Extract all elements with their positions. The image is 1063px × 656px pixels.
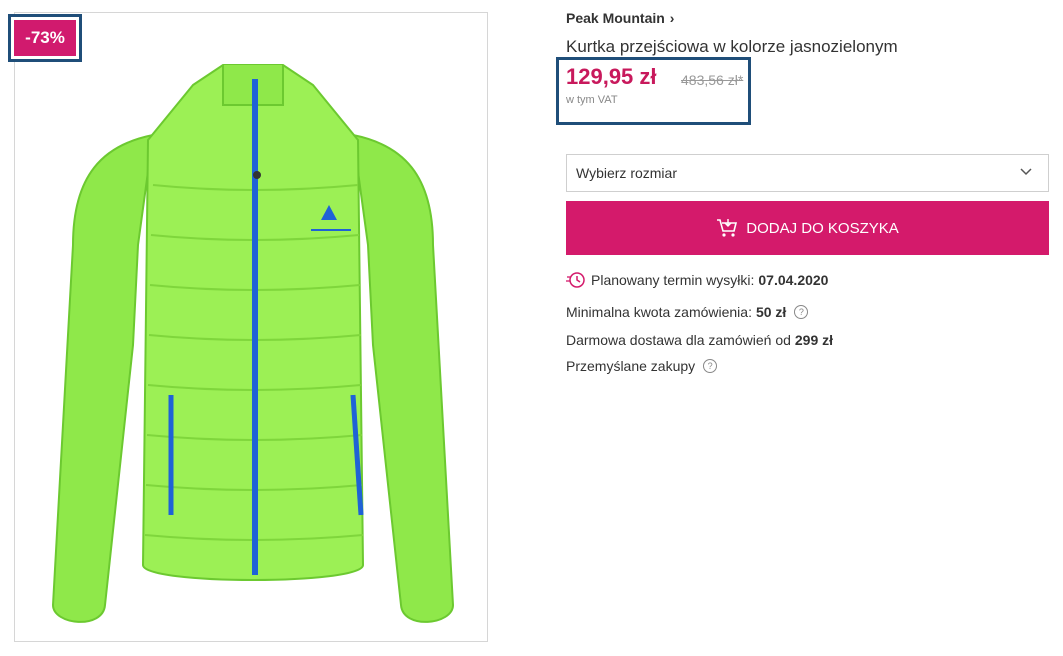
brand-name: Peak Mountain xyxy=(566,10,665,26)
discount-badge-label: -73% xyxy=(14,20,76,56)
shipping-info: Planowany termin wysyłki: 07.04.2020 xyxy=(566,271,828,289)
vat-note: w tym VAT xyxy=(566,94,618,106)
price-current: 129,95 zł xyxy=(566,64,657,89)
smart-shopping-label: Przemyślane zakupy xyxy=(566,358,696,374)
free-delivery-info: Darmowa dostawa dla zamówień od 299 zł xyxy=(566,332,833,348)
free-delivery-value: 299 zł xyxy=(794,332,834,348)
add-to-cart-button[interactable]: DODAJ DO KOSZYKA xyxy=(566,201,1049,255)
price-box: 129,95 zł 483,56 zł* w tym VAT xyxy=(556,57,751,125)
min-order-info: Minimalna kwota zamówienia: 50 zł ? xyxy=(566,304,809,320)
free-delivery-label: Darmowa dostawa dla zamówień od xyxy=(566,332,791,348)
chevron-down-icon xyxy=(1020,168,1032,176)
shipping-label: Planowany termin wysyłki: xyxy=(591,272,755,288)
brand-link[interactable]: Peak Mountain › xyxy=(566,10,674,26)
product-title: Kurtka przejściowa w kolorze jasnozielon… xyxy=(566,37,898,56)
size-select-placeholder: Wybierz rozmiar xyxy=(576,165,677,181)
product-image-jacket xyxy=(51,64,455,623)
help-icon[interactable]: ? xyxy=(703,359,718,373)
chevron-right-icon: › xyxy=(669,10,675,26)
clock-delivery-icon xyxy=(566,272,585,288)
min-order-label: Minimalna kwota zamówienia: xyxy=(566,304,752,320)
shipping-date: 07.04.2020 xyxy=(758,272,829,288)
price-old: 483,56 zł* xyxy=(681,72,744,88)
min-order-value: 50 zł xyxy=(755,304,787,320)
help-icon[interactable]: ? xyxy=(794,305,809,319)
smart-shopping-info: Przemyślane zakupy ? xyxy=(566,358,718,374)
add-to-cart-label: DODAJ DO KOSZYKA xyxy=(746,219,899,237)
size-select[interactable]: Wybierz rozmiar xyxy=(566,154,1049,192)
cart-icon xyxy=(717,219,738,237)
product-image-frame[interactable] xyxy=(14,12,488,642)
discount-badge: -73% xyxy=(8,14,82,62)
